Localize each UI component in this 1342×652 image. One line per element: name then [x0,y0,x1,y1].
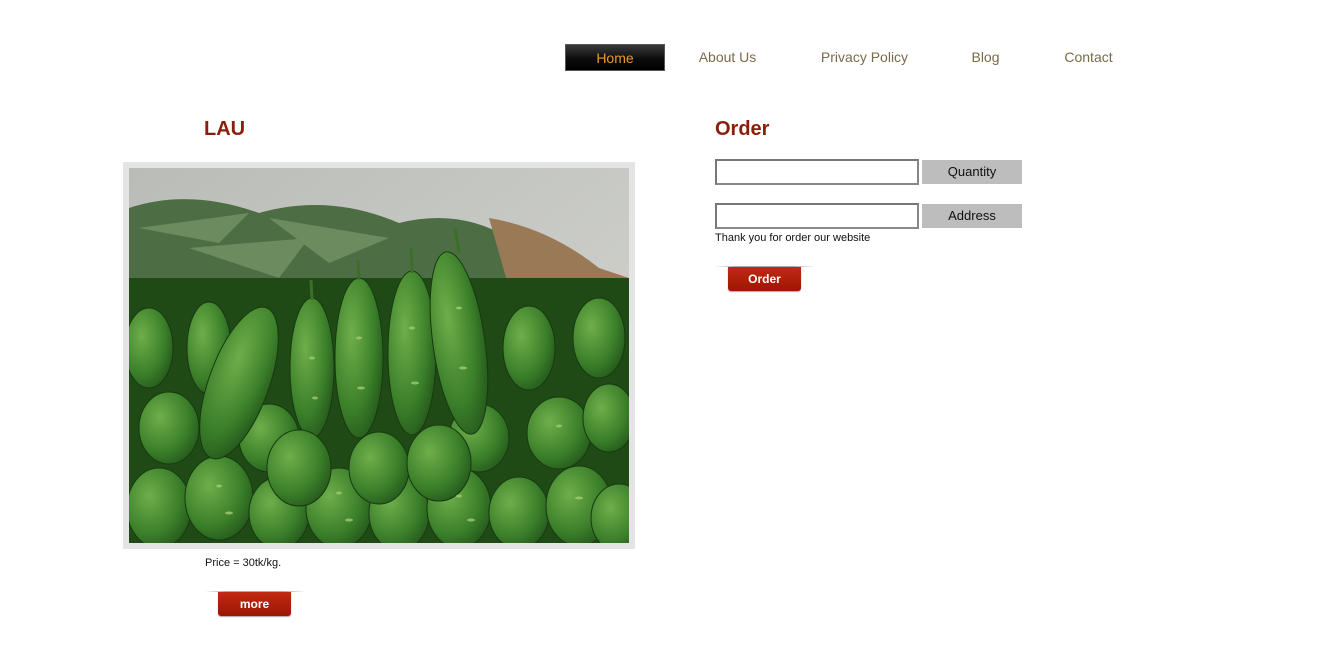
more-button[interactable]: more [218,592,291,616]
order-button-wrap: Order [715,266,815,294]
product-title: LAU [204,118,246,140]
address-label: Address [922,204,1022,228]
nav-privacy-policy[interactable]: Privacy Policy [810,44,919,71]
product-image [129,168,629,543]
nav-about-us[interactable]: About Us [683,44,772,71]
quantity-label: Quantity [922,160,1022,184]
nav-blog[interactable]: Blog [960,44,1011,71]
order-submit-button[interactable]: Order [728,267,801,291]
product-price: Price = 30tk/kg. [205,557,282,569]
product-image-frame [123,162,635,549]
nav-contact[interactable]: Contact [1054,44,1123,71]
order-title: Order [715,118,770,140]
more-button-wrap: more [205,591,305,619]
nav-home[interactable]: Home [565,44,665,71]
order-thanks-text: Thank you for order our website [715,232,871,244]
address-input[interactable] [715,203,919,229]
quantity-input[interactable] [715,159,919,185]
